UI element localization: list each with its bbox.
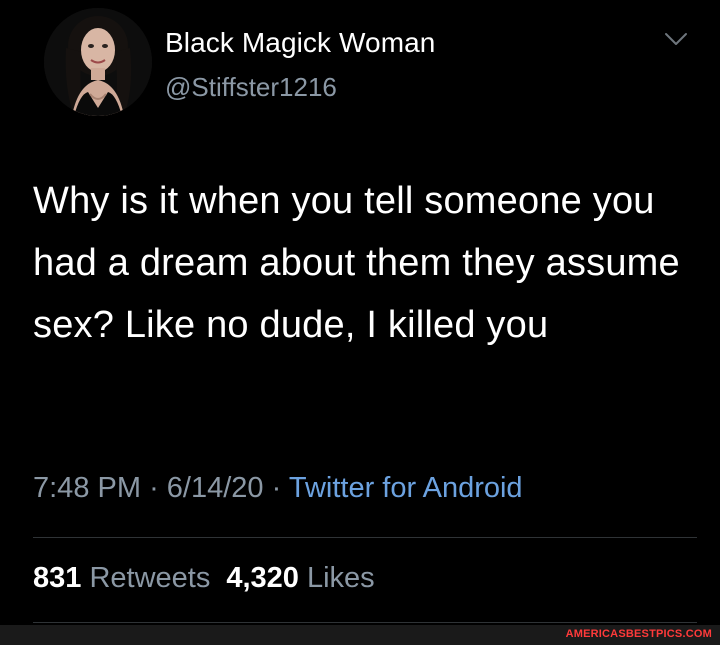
likes-stat[interactable]: 4,320 Likes	[226, 562, 374, 594]
tweet-source-link[interactable]: Twitter for Android	[289, 472, 523, 504]
retweets-stat[interactable]: 831 Retweets	[33, 562, 210, 594]
meta-separator: ·	[271, 472, 282, 504]
tweet-time[interactable]: 7:48 PM	[33, 472, 141, 504]
tweet-card: Black Magick Woman @Stiffster1216 Why is…	[0, 0, 720, 625]
divider	[33, 622, 697, 623]
likes-label: Likes	[306, 562, 375, 594]
watermark-text: AMERICASBESTPICS.COM	[565, 628, 712, 640]
tweet-metadata: 7:48 PM · 6/14/20 · Twitter for Android	[33, 472, 523, 505]
avatar[interactable]	[44, 8, 152, 116]
divider	[33, 537, 697, 538]
display-name[interactable]: Black Magick Woman	[165, 27, 435, 59]
tweet-date[interactable]: 6/14/20	[167, 472, 264, 504]
watermark-bar: AMERICASBESTPICS.COM	[0, 625, 720, 645]
tweet-stats: 831 Retweets 4,320 Likes	[33, 562, 375, 595]
tweet-text: Why is it when you tell someone you had …	[33, 180, 680, 346]
chevron-down-icon[interactable]	[663, 30, 689, 48]
meta-separator: ·	[149, 472, 159, 504]
likes-count: 4,320	[226, 562, 299, 594]
profile-photo-icon	[44, 8, 152, 116]
user-handle[interactable]: @Stiffster1216	[165, 72, 337, 103]
retweets-count: 831	[33, 562, 82, 594]
retweets-label: Retweets	[89, 562, 211, 594]
